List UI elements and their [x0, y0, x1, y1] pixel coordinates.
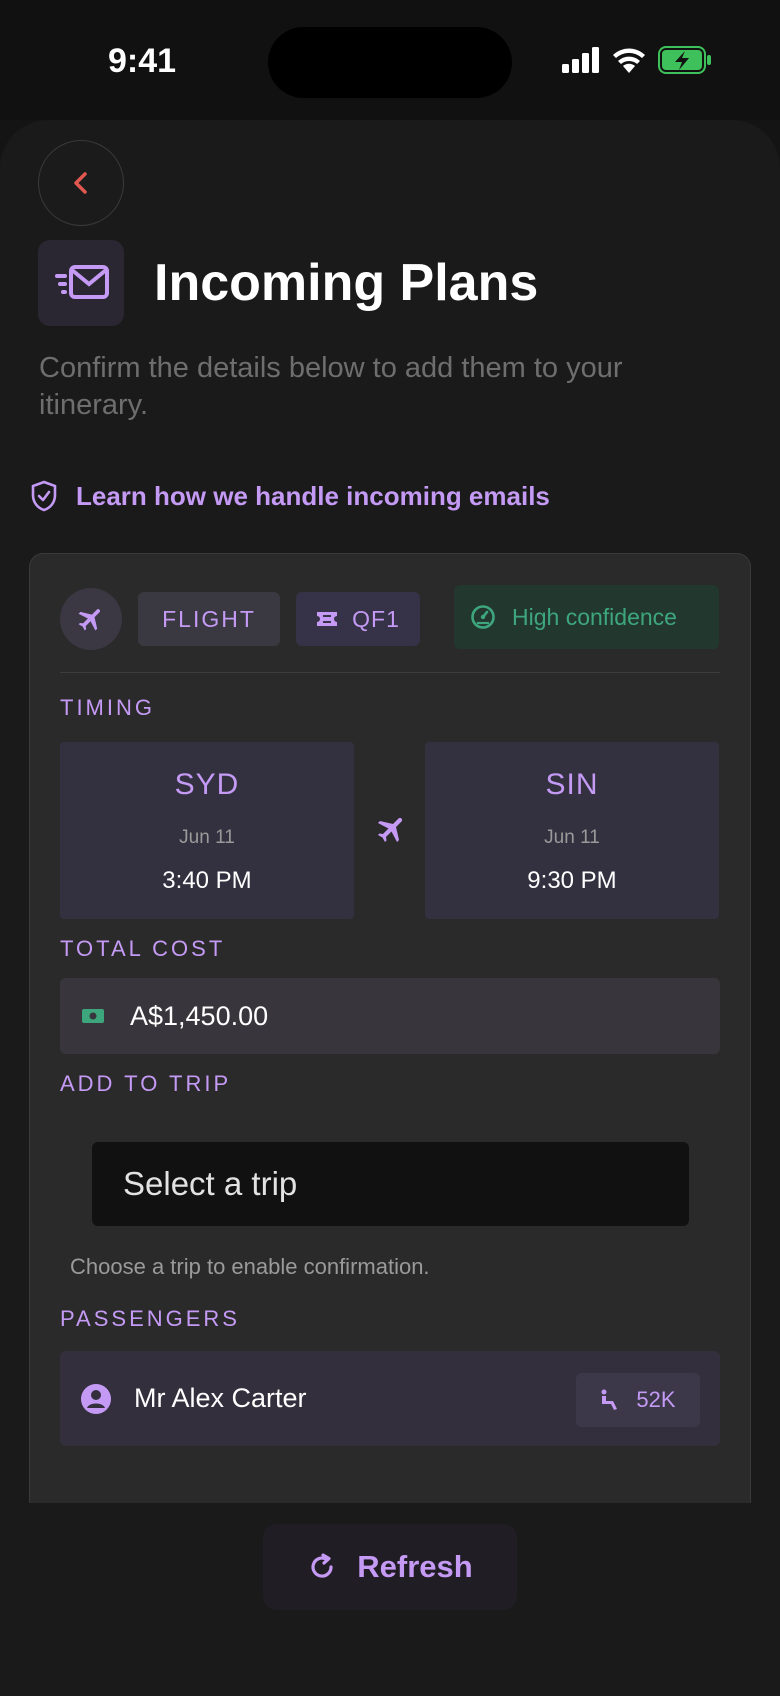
add-to-trip-label: ADD TO TRIP: [60, 1071, 232, 1096]
seat-number: 52K: [636, 1387, 676, 1412]
gauge-icon: [471, 605, 495, 629]
total-cost-field: A$1,450.00: [60, 978, 720, 1054]
flight-code: QF1: [352, 605, 400, 632]
arrival-box: SIN Jun 11 9:30 PM: [425, 742, 719, 919]
departure-date: Jun 11: [179, 827, 235, 848]
confidence-badge: High confidence: [454, 585, 719, 649]
fast-mail-icon: [55, 265, 109, 299]
passengers-label: PASSENGERS: [60, 1306, 240, 1331]
trip-select[interactable]: Select a trip: [92, 1142, 689, 1226]
page-title: Incoming Plans: [154, 254, 539, 312]
user-circle-icon: [81, 1383, 111, 1414]
battery-icon: [658, 46, 711, 74]
page-subtitle: Confirm the details below to add them to…: [39, 352, 623, 421]
signal-icon: [562, 47, 599, 73]
chevron-left-icon: [74, 172, 87, 194]
arrival-time: 9:30 PM: [527, 867, 617, 894]
passenger-row: Mr Alex Carter 52K: [60, 1351, 720, 1446]
timing-label: TIMING: [60, 695, 155, 720]
departure-code: SYD: [174, 768, 240, 801]
status-time: 9:41: [108, 42, 177, 80]
plan-type-chip: FLIGHT: [138, 592, 280, 646]
card-divider: [60, 672, 720, 673]
incoming-mail-icon-box: [38, 240, 124, 326]
refresh-button[interactable]: Refresh: [263, 1524, 517, 1610]
arrival-date: Jun 11: [544, 827, 600, 848]
route-airplane-icon: [375, 812, 409, 851]
status-bar: 9:41: [0, 0, 780, 120]
shield-check-icon: [31, 480, 57, 512]
money-icon: [82, 1009, 104, 1023]
learn-more-text: Learn how we handle incoming emails: [76, 480, 550, 511]
seat-badge: 52K: [576, 1373, 700, 1427]
ticket-icon: [317, 612, 338, 626]
plan-card: FLIGHT QF1 High confidence TIMING SYD Ju…: [29, 553, 751, 1503]
refresh-icon: [311, 1553, 333, 1578]
back-button[interactable]: [38, 140, 124, 226]
airplane-icon: [78, 609, 100, 631]
departure-box: SYD Jun 11 3:40 PM: [60, 742, 354, 919]
learn-more-link[interactable]: Learn how we handle incoming emails: [30, 480, 550, 512]
refresh-label: Refresh: [357, 1549, 473, 1584]
confidence-text: High confidence: [512, 603, 677, 630]
plan-type-badge: [60, 588, 122, 650]
flight-code-chip: QF1: [296, 592, 420, 646]
total-cost-value: A$1,450.00: [130, 1000, 269, 1031]
wifi-icon: [613, 48, 645, 73]
passenger-name: Mr Alex Carter: [134, 1383, 307, 1413]
departure-time: 3:40 PM: [162, 867, 252, 894]
total-cost-label: TOTAL COST: [60, 936, 226, 961]
arrival-code: SIN: [545, 768, 599, 801]
status-icons: [562, 46, 712, 74]
seat-icon: [601, 1389, 618, 1410]
dynamic-island: [268, 27, 512, 98]
trip-hint: Choose a trip to enable confirmation.: [70, 1254, 430, 1279]
